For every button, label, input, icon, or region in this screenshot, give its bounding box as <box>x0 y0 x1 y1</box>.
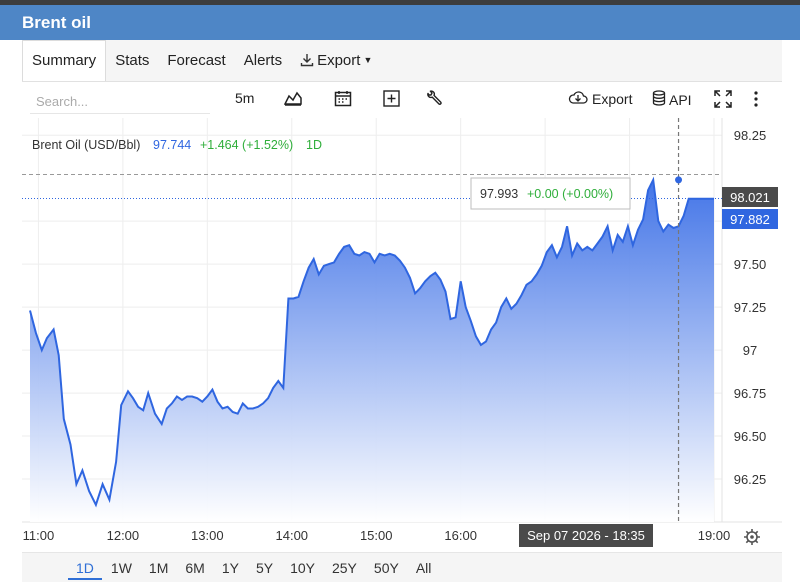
y-tick-label: 97.25 <box>734 300 767 315</box>
range-1d[interactable]: 1D <box>68 555 102 580</box>
cloud-download-icon <box>568 90 588 107</box>
tab-bar: Summary Stats Forecast Alerts Export ▼ <box>22 40 782 82</box>
legend-symbol: Brent Oil (USD/Bbl) <box>32 138 140 152</box>
more-options-icon[interactable] <box>753 90 759 108</box>
legend-period: 1D <box>306 138 322 152</box>
range-10y[interactable]: 10Y <box>290 555 315 580</box>
download-icon <box>300 53 314 71</box>
y-tick-label: 96.50 <box>734 429 767 444</box>
tooltip-value: 97.993 <box>480 187 518 201</box>
chart-export-label: Export <box>592 90 633 107</box>
page-title: Brent oil <box>0 5 800 40</box>
search-input[interactable] <box>30 90 210 114</box>
tab-alerts[interactable]: Alerts <box>235 40 291 81</box>
price-chart[interactable]: 96.2596.5096.759797.2597.5097.7598.2511:… <box>22 118 782 550</box>
y-tick-label: 97 <box>743 343 757 358</box>
interval-selector[interactable]: 5m <box>235 90 254 106</box>
tab-stats[interactable]: Stats <box>106 40 158 81</box>
legend-price: 97.744 <box>153 138 191 152</box>
x-tick-label: 12:00 <box>107 528 140 543</box>
price-area <box>30 179 714 522</box>
chart-settings-icon[interactable] <box>744 529 760 545</box>
y-tick-label: 96.75 <box>734 386 767 401</box>
y-tick-label: 97.50 <box>734 257 767 272</box>
x-tick-label: 13:00 <box>191 528 224 543</box>
range-50y[interactable]: 50Y <box>374 555 399 580</box>
crosshair-point <box>675 176 683 184</box>
crosshair-price-label: 98.021 <box>730 190 770 205</box>
tooltip-change: +0.00 (+0.00%) <box>527 187 613 201</box>
tab-forecast[interactable]: Forecast <box>158 40 234 81</box>
range-6m[interactable]: 6M <box>185 555 204 580</box>
chart-area[interactable]: 96.2596.5096.759797.2597.5097.7598.2511:… <box>22 118 782 550</box>
x-tick-label: 11:00 <box>23 528 55 543</box>
last-price-label: 97.882 <box>730 212 770 227</box>
last-price-tag: 97.882 <box>722 209 778 229</box>
api-button[interactable]: API <box>652 90 692 109</box>
crosshair-price-tag: 98.021 <box>722 187 778 207</box>
range-5y[interactable]: 5Y <box>256 555 273 580</box>
range-all[interactable]: All <box>416 555 432 580</box>
chart-toolbar: 5m Export API <box>22 82 782 118</box>
x-tick-label: 19:00 <box>698 528 731 543</box>
api-label: API <box>669 91 692 108</box>
x-tick-label: 15:00 <box>360 528 393 543</box>
y-tick-label: 96.25 <box>734 472 767 487</box>
range-25y[interactable]: 25Y <box>332 555 357 580</box>
x-tick-label: 14:00 <box>276 528 309 543</box>
crosshair-tooltip: 97.993 +0.00 (+0.00%) <box>470 177 631 210</box>
tab-export[interactable]: Export ▼ <box>291 40 381 81</box>
legend-change: +1.464 (+1.52%) <box>200 138 293 152</box>
calendar-icon[interactable] <box>334 90 352 107</box>
add-indicator-icon[interactable] <box>383 90 400 107</box>
fullscreen-icon[interactable] <box>714 90 732 108</box>
range-1y[interactable]: 1Y <box>222 555 239 580</box>
y-tick-label: 98.25 <box>734 128 767 143</box>
range-1m[interactable]: 1M <box>149 555 168 580</box>
range-selector: 1D 1W 1M 6M 1Y 5Y 10Y 25Y 50Y All <box>22 552 782 582</box>
tab-export-label: Export <box>317 52 361 69</box>
crosshair-time-tag: Sep 07 2026 - 18:35 <box>519 524 653 547</box>
wrench-icon[interactable] <box>426 90 443 107</box>
crosshair-time-label: Sep 07 2026 - 18:35 <box>527 528 645 543</box>
chart-type-icon[interactable] <box>284 90 302 106</box>
caret-down-icon: ▼ <box>363 55 373 65</box>
chart-export-button[interactable]: Export <box>568 90 632 107</box>
database-icon <box>652 90 666 109</box>
tab-summary[interactable]: Summary <box>22 40 107 81</box>
range-1w[interactable]: 1W <box>111 555 132 580</box>
x-tick-label: 16:00 <box>444 528 477 543</box>
